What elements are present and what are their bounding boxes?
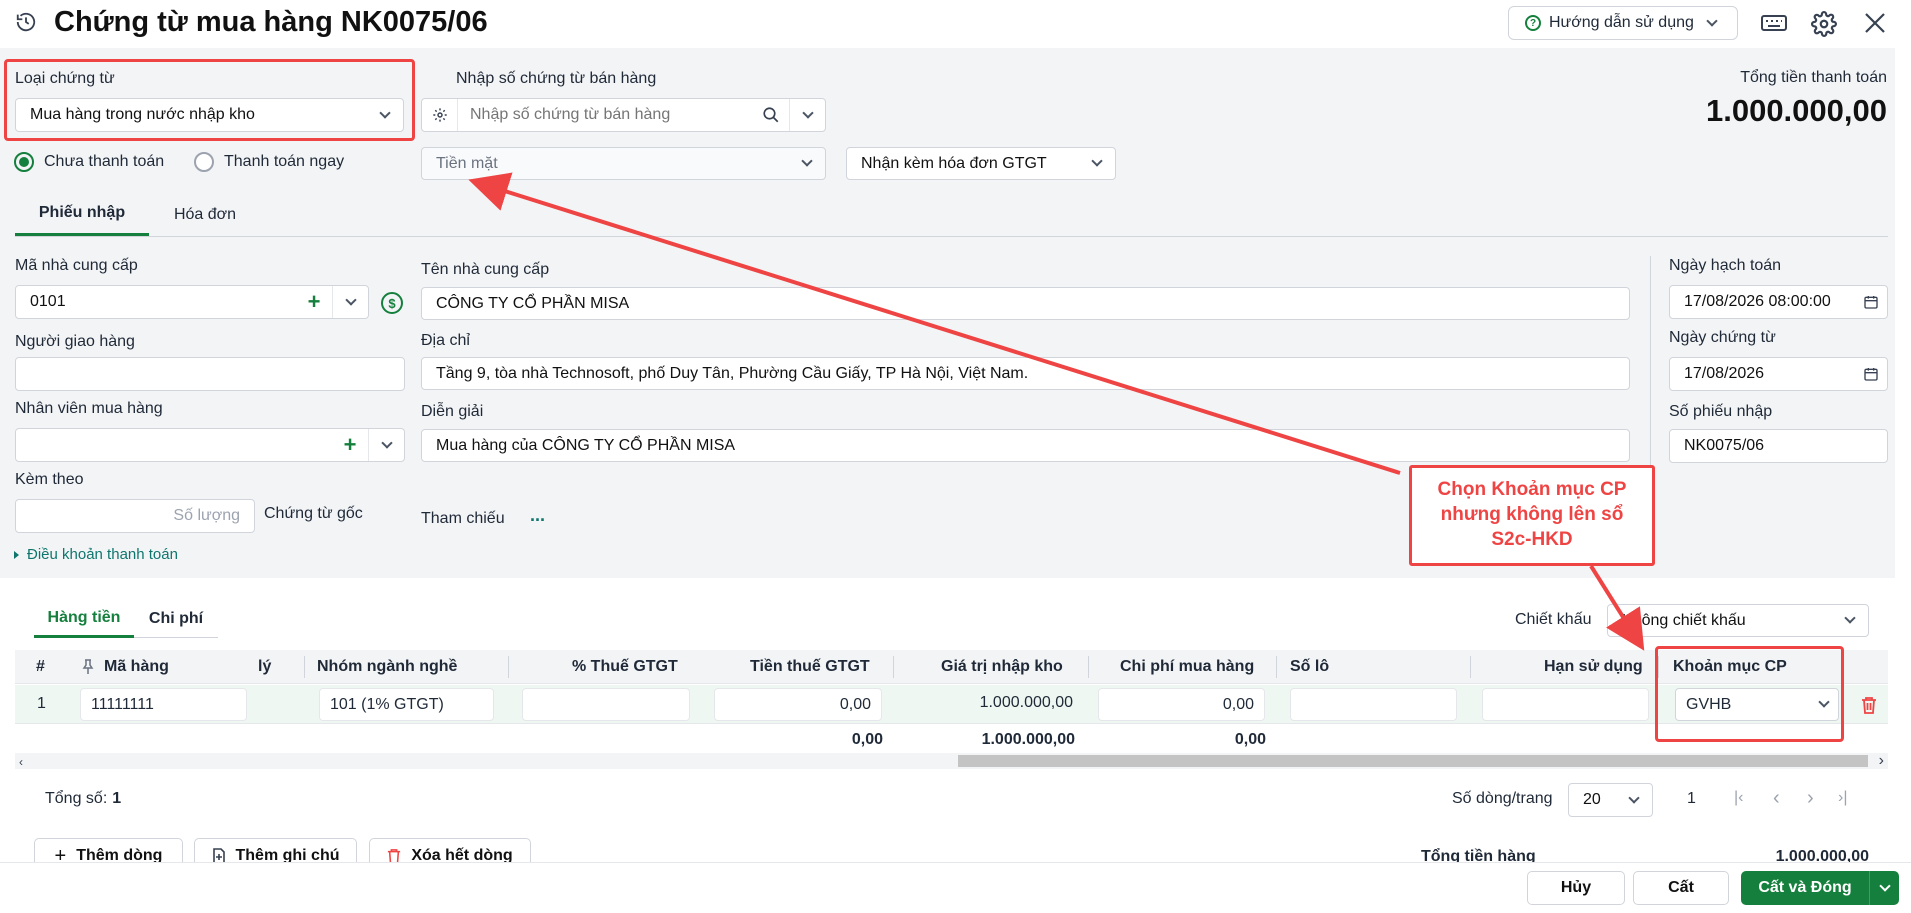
annotation-arrows: [468, 172, 1645, 651]
